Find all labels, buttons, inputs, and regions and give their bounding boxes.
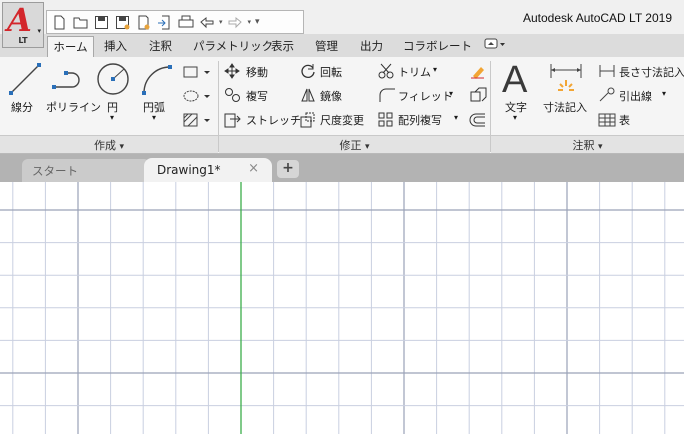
array-icon[interactable]: [378, 112, 394, 131]
ribbon-options-icon[interactable]: [484, 37, 506, 54]
array-label[interactable]: 配列複写: [398, 112, 442, 128]
tab-manage[interactable]: 管理: [315, 38, 338, 54]
tab-drawing-label: Drawing1*: [157, 163, 221, 177]
chevron-down-icon: ▾: [37, 27, 41, 35]
polyline-label: ポリライン: [46, 101, 101, 114]
dimension-icon[interactable]: [549, 62, 583, 99]
plot-icon[interactable]: [177, 14, 194, 31]
trim-label[interactable]: トリム: [398, 64, 431, 80]
leader-icon[interactable]: [598, 87, 616, 106]
tab-output[interactable]: 出力: [360, 38, 383, 54]
annotation-panel-title[interactable]: 注釈 ▾: [491, 135, 684, 153]
chevron-down-icon: ▾: [597, 142, 603, 152]
save-as-icon[interactable]: [114, 14, 131, 31]
rectangle-icon[interactable]: [182, 65, 212, 82]
arc-icon[interactable]: [140, 63, 174, 100]
undo-dropdown-icon[interactable]: ▾: [219, 18, 223, 26]
copy-icon[interactable]: [224, 87, 242, 106]
arc-dropdown-icon[interactable]: ▾: [152, 113, 156, 122]
redo-dropdown-icon[interactable]: ▾: [248, 18, 252, 26]
mirror-label[interactable]: 鏡像: [320, 88, 342, 104]
tab-parametric[interactable]: パラメトリック: [193, 38, 273, 54]
rotate-label[interactable]: 回転: [320, 64, 342, 80]
autocad-logo-icon: A: [7, 1, 32, 39]
scale-label[interactable]: 尺度変更: [320, 112, 364, 128]
line-tool-button[interactable]: [8, 61, 42, 100]
chevron-down-icon: ▾: [364, 142, 370, 152]
hatch-icon[interactable]: [182, 113, 212, 130]
fillet-dropdown-icon[interactable]: ▾: [449, 89, 453, 98]
fillet-label[interactable]: フィレット: [398, 88, 453, 104]
drawing-canvas[interactable]: [0, 182, 684, 434]
explode-icon[interactable]: [469, 87, 487, 106]
stretch-label[interactable]: ストレッチ: [246, 112, 301, 128]
tab-drawing1[interactable]: Drawing1* ×: [144, 158, 272, 182]
close-icon[interactable]: ×: [248, 161, 259, 176]
open-web-icon[interactable]: [135, 14, 152, 31]
open-folder-icon[interactable]: [72, 14, 89, 31]
linear-dimension-label[interactable]: 長さ寸法記入: [619, 64, 684, 80]
fillet-icon[interactable]: [378, 87, 396, 106]
trim-icon[interactable]: [378, 63, 396, 82]
tab-insert[interactable]: 挿入: [104, 38, 127, 54]
scale-icon[interactable]: [300, 111, 316, 132]
tab-home[interactable]: ホーム: [47, 36, 94, 58]
array-dropdown-icon[interactable]: ▾: [454, 113, 458, 122]
offset-icon[interactable]: [469, 112, 487, 131]
table-icon[interactable]: [598, 112, 616, 131]
trim-dropdown-icon[interactable]: ▾: [433, 65, 437, 74]
modify-panel-title[interactable]: 修正 ▾: [219, 135, 490, 153]
quick-access-toolbar: ▾ ▾ ▾: [46, 10, 304, 34]
ribbon-tab-bar: ホーム 挿入 注釈 パラメトリック 表示 管理 出力 コラボレート: [0, 34, 684, 58]
file-tab-bar: スタート Drawing1* × +: [0, 154, 684, 182]
tab-view[interactable]: 表示: [271, 38, 294, 54]
polyline-icon[interactable]: [52, 65, 86, 96]
tab-start-label: スタート: [32, 164, 78, 178]
text-dropdown-icon[interactable]: ▾: [513, 113, 517, 122]
new-tab-button[interactable]: +: [277, 160, 299, 178]
customize-qat-icon[interactable]: ▾: [255, 17, 260, 27]
autocad-window: ▾ ▾ ▾ Autodesk AutoCAD LT 2019 A ▾ LT ホー…: [0, 0, 684, 434]
move-icon[interactable]: [224, 63, 240, 82]
export-icon[interactable]: [156, 14, 173, 31]
dimension-label: 寸法記入: [543, 101, 587, 114]
tab-annotate[interactable]: 注釈: [149, 38, 172, 54]
ribbon: 線分 ポリライン 円 ▾ 円弧 ▾ 作成 ▾ 移動 回転 トリム ▾ 複写 鏡像…: [0, 57, 684, 154]
application-menu-button[interactable]: A ▾ LT: [2, 1, 44, 48]
line-label: 線分: [11, 101, 33, 114]
hatch-ellipse-icon[interactable]: [182, 89, 212, 106]
copy-label[interactable]: 複写: [246, 88, 268, 104]
move-label[interactable]: 移動: [246, 64, 268, 80]
chevron-down-icon: ▾: [119, 142, 125, 152]
new-file-icon[interactable]: [51, 14, 68, 31]
mirror-icon[interactable]: [300, 87, 316, 106]
leader-dropdown-icon[interactable]: ▾: [662, 89, 666, 98]
table-label[interactable]: 表: [619, 112, 630, 128]
rotate-icon[interactable]: [300, 63, 316, 82]
circle-icon[interactable]: [96, 62, 130, 99]
erase-icon[interactable]: [469, 62, 487, 83]
redo-icon[interactable]: [227, 14, 244, 31]
window-title: Autodesk AutoCAD LT 2019: [523, 11, 672, 25]
leader-label[interactable]: 引出線: [619, 88, 652, 104]
circle-dropdown-icon[interactable]: ▾: [110, 113, 114, 122]
save-icon[interactable]: [93, 14, 110, 31]
linear-dimension-icon[interactable]: [598, 63, 616, 82]
stretch-icon[interactable]: [224, 111, 242, 132]
tab-start[interactable]: スタート: [22, 159, 150, 182]
draw-panel-title[interactable]: 作成 ▾: [0, 135, 218, 153]
grid: [0, 182, 684, 434]
text-icon[interactable]: A: [502, 59, 527, 102]
undo-icon[interactable]: [198, 14, 215, 31]
tab-collaborate[interactable]: コラボレート: [403, 38, 472, 54]
lt-badge: LT: [18, 36, 28, 45]
title-bar: ▾ ▾ ▾ Autodesk AutoCAD LT 2019: [0, 0, 684, 34]
